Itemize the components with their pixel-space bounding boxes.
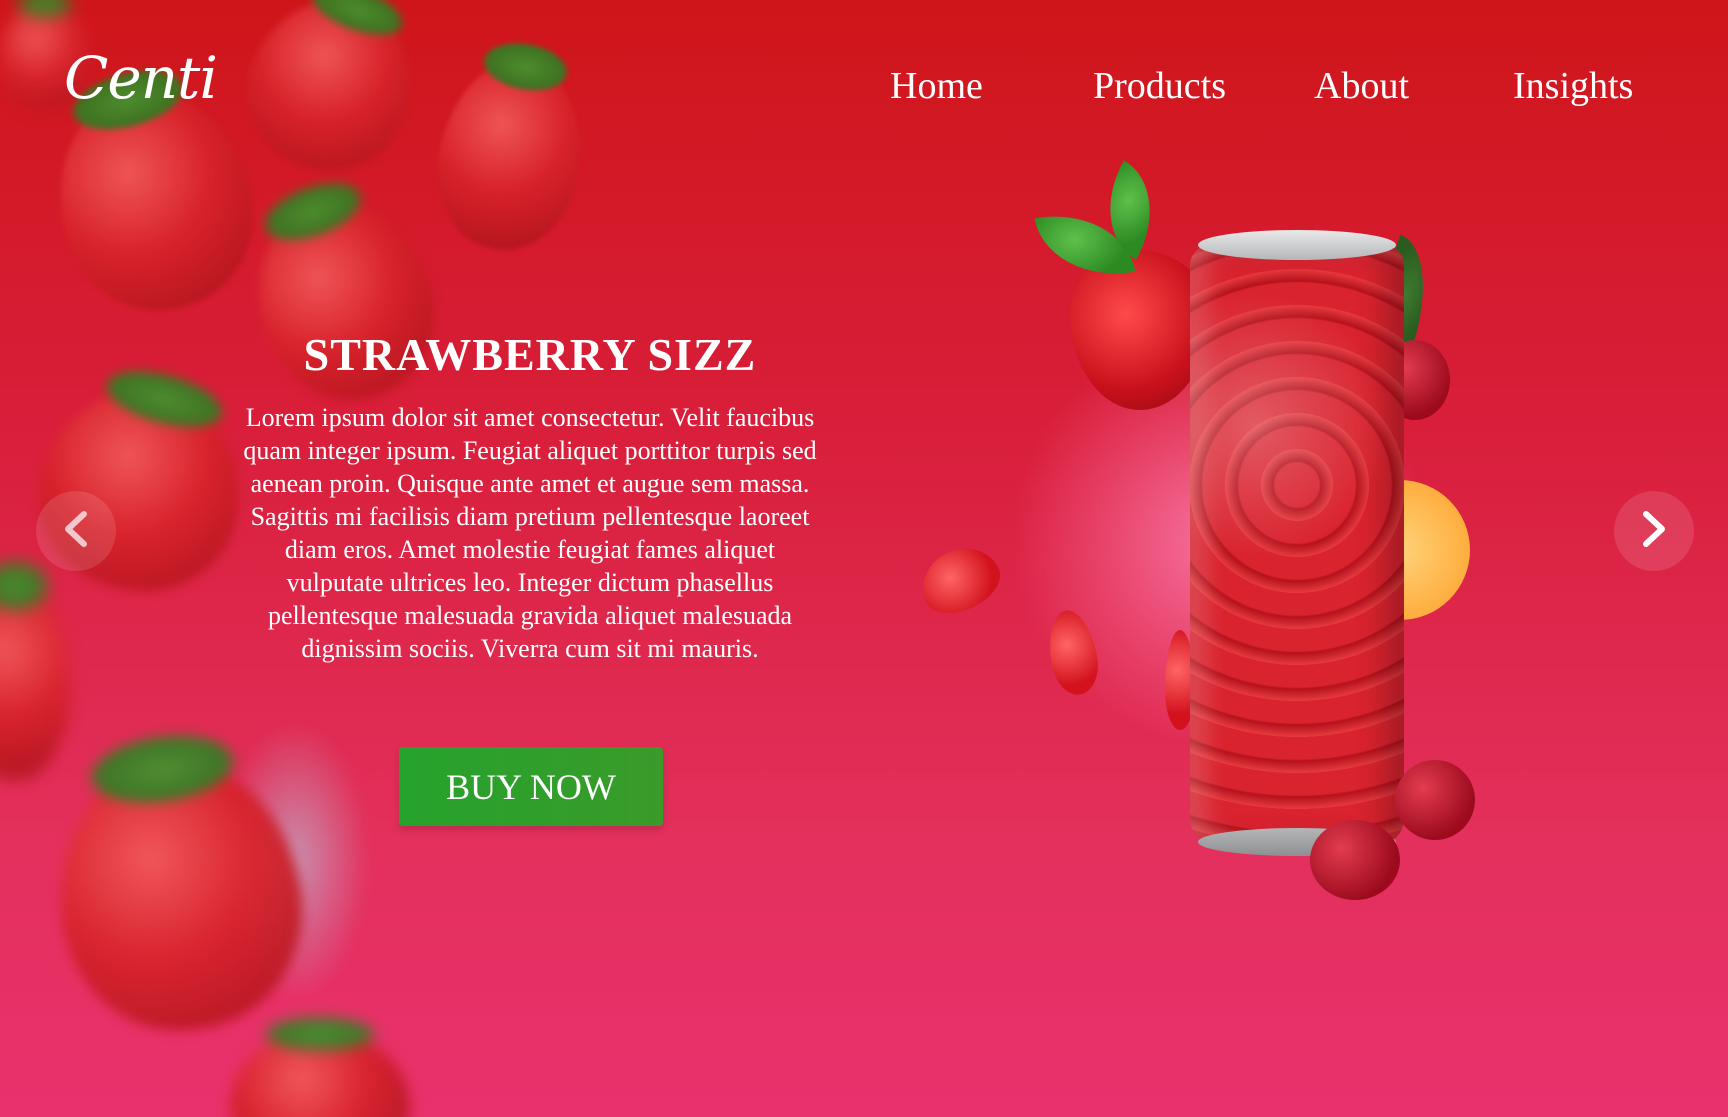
strawberry-decoration xyxy=(17,367,263,613)
product-image xyxy=(911,160,1500,910)
nav-item-products[interactable]: Products xyxy=(1093,64,1226,108)
main-nav: Home Products About Insights xyxy=(0,64,1728,114)
buy-now-button[interactable]: BUY NOW xyxy=(399,747,663,826)
chevron-left-icon xyxy=(62,510,90,552)
nav-item-insights[interactable]: Insights xyxy=(1513,64,1633,108)
lemon-slice-decoration xyxy=(1400,480,1470,620)
strawberry-decoration xyxy=(1070,250,1210,410)
carousel-next-button[interactable] xyxy=(1614,491,1694,571)
drink-can xyxy=(1190,245,1404,845)
cherry-decoration xyxy=(1310,820,1400,900)
product-description: Lorem ipsum dolor sit amet consectetur. … xyxy=(243,403,817,663)
nav-item-home[interactable]: Home xyxy=(890,64,983,108)
strawberry-decoration xyxy=(0,560,70,780)
carousel-prev-button[interactable] xyxy=(36,491,116,571)
strawberry-slice xyxy=(1042,606,1104,699)
can-lid xyxy=(1198,230,1396,260)
cherry-decoration xyxy=(1395,760,1475,840)
product-title: STRAWBERRY SIZZ xyxy=(303,329,757,380)
nav-item-about[interactable]: About xyxy=(1314,64,1409,108)
hero-section: STRAWBERRY SIZZ Lorem ipsum dolor sit am… xyxy=(240,328,820,665)
chevron-right-icon xyxy=(1640,510,1668,552)
strawberry-decoration xyxy=(230,1016,410,1117)
